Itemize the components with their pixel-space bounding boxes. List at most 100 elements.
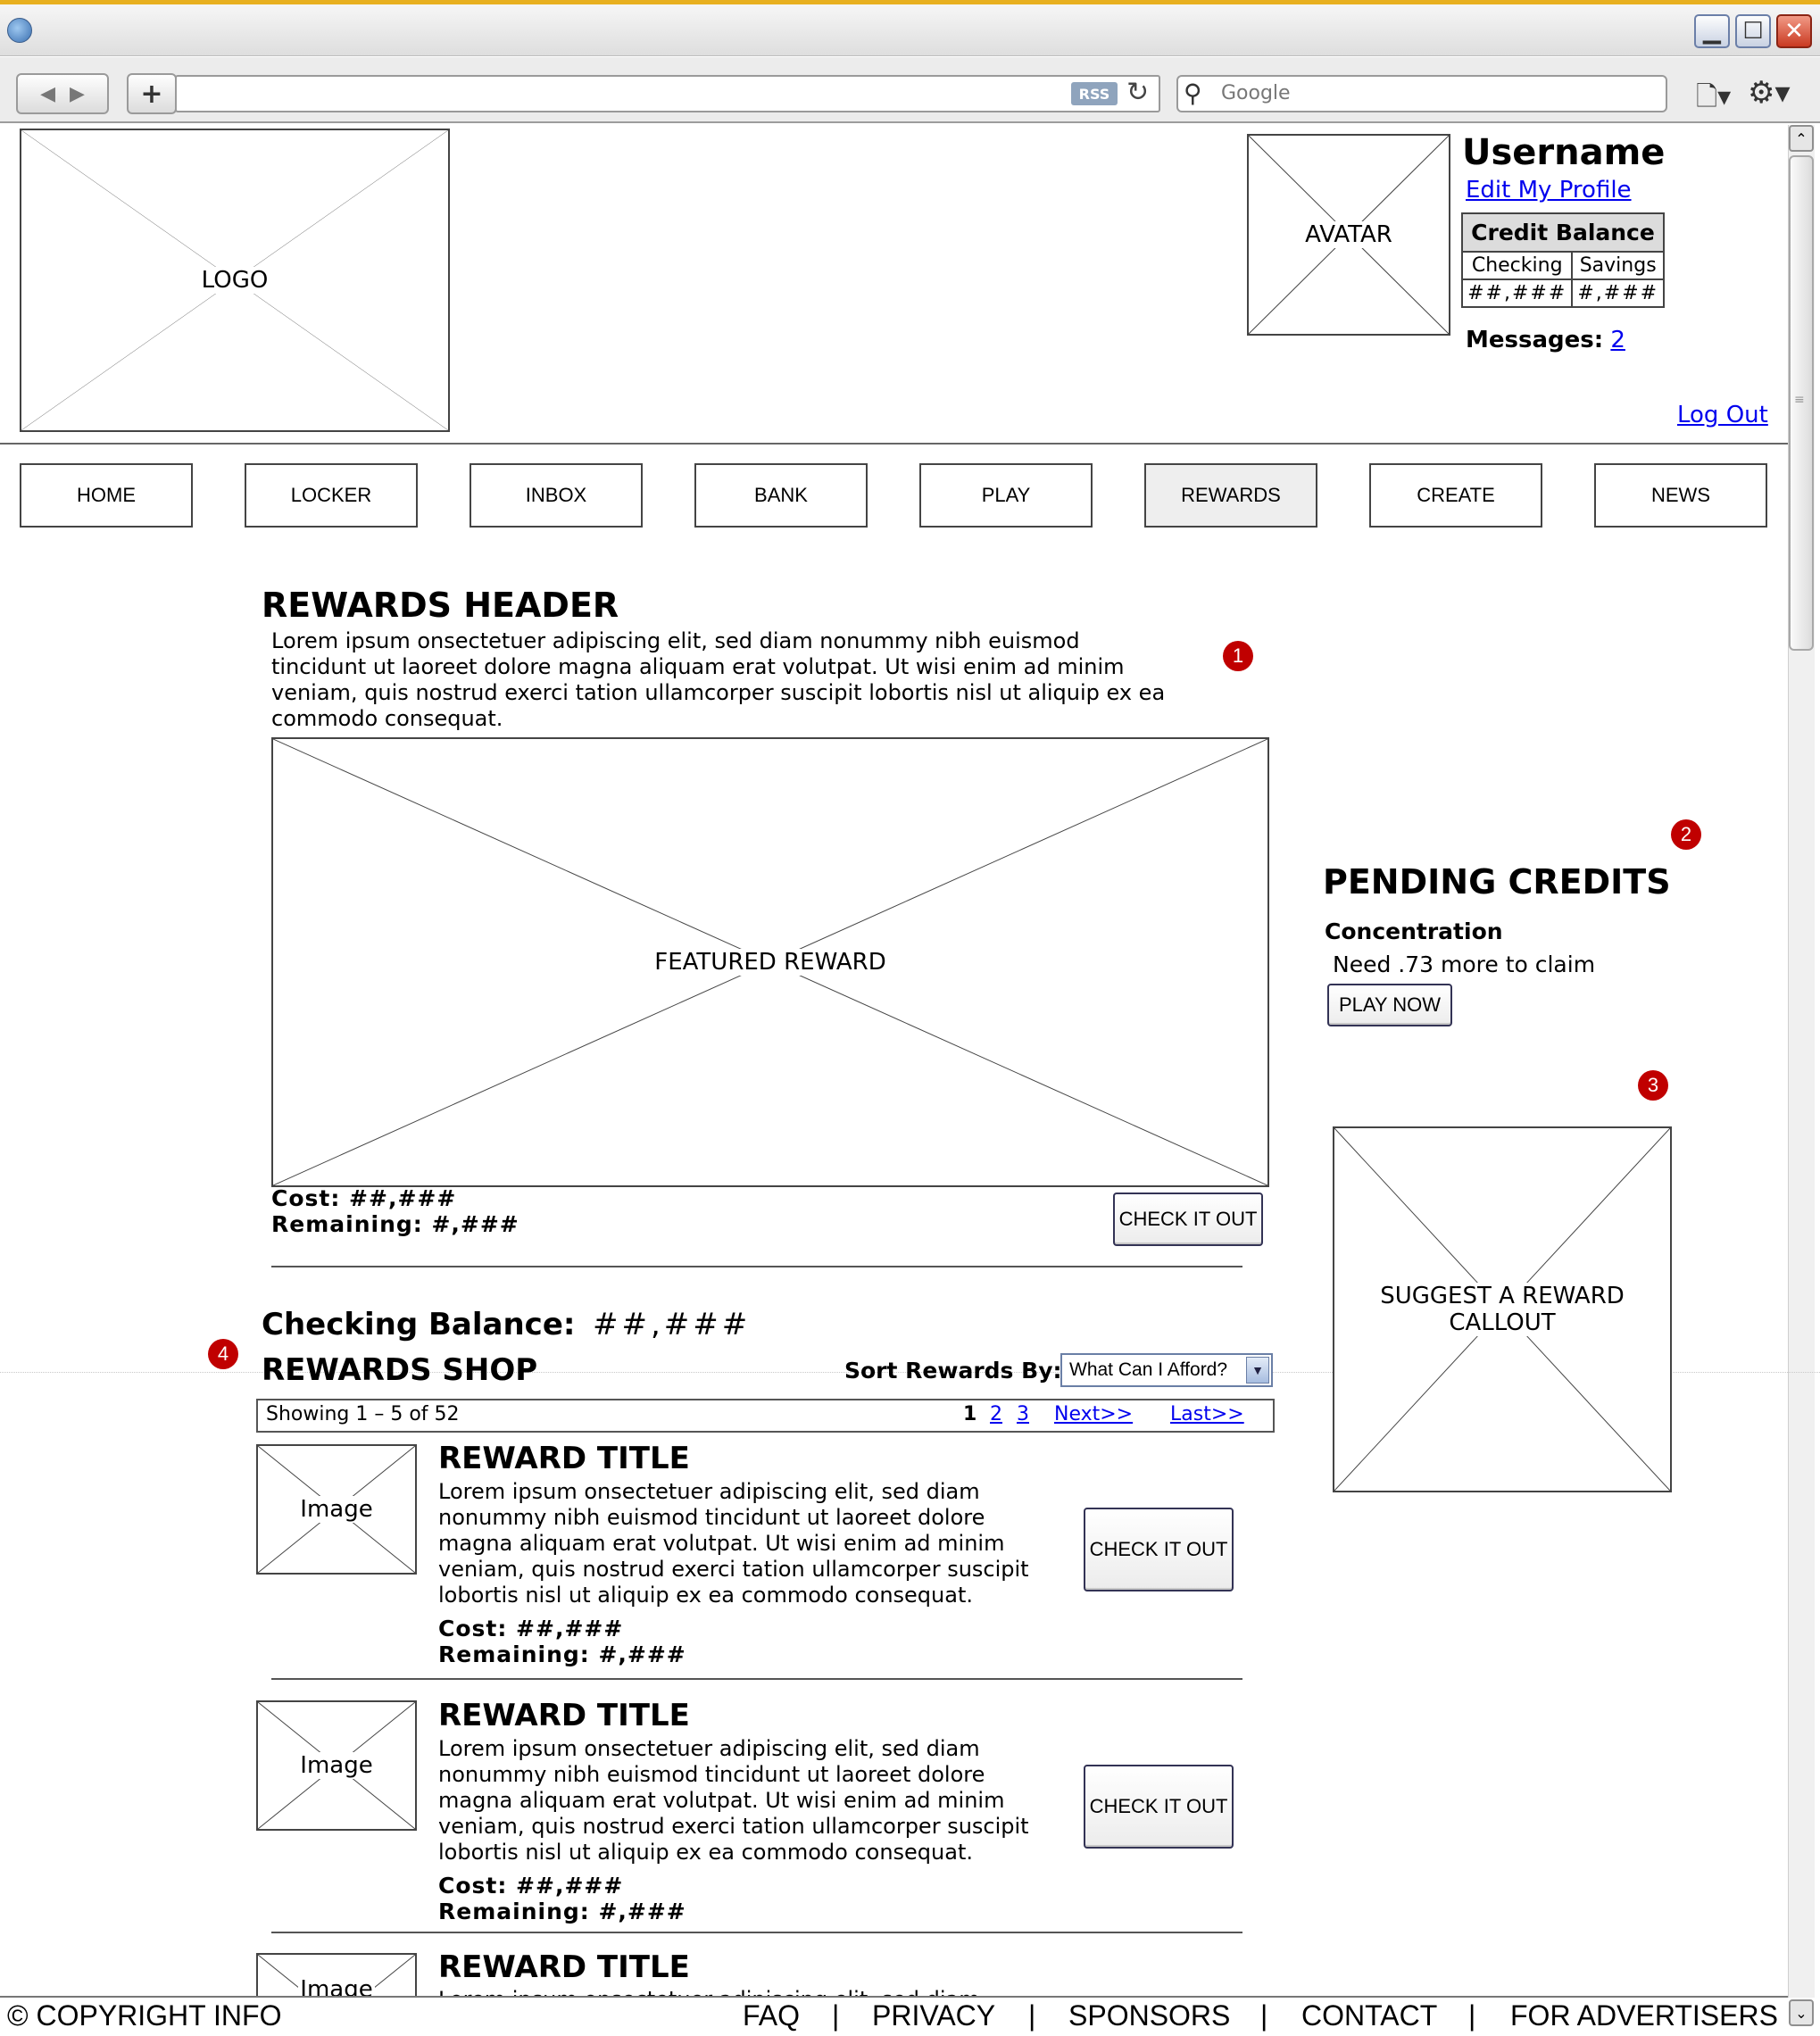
checking-balance-value: ##,### — [593, 1307, 752, 1342]
reward-cost: Cost: ##,### — [438, 1616, 624, 1641]
page-1-current: 1 — [963, 1403, 977, 1425]
search-placeholder: Google — [1221, 82, 1291, 104]
reload-icon[interactable]: ↻ — [1126, 77, 1149, 108]
reward-check-it-out-button[interactable]: CHECK IT OUT — [1084, 1765, 1234, 1849]
checking-value: ##,### — [1460, 278, 1574, 308]
footer-faq-link[interactable]: FAQ — [743, 1999, 800, 2032]
nav-play[interactable]: PLAY — [919, 463, 1093, 528]
reward-image-placeholder[interactable]: Image — [256, 1953, 417, 1996]
nav-home[interactable]: HOME — [20, 463, 193, 528]
gear-icon[interactable]: ⚙▾ — [1748, 75, 1791, 111]
back-icon[interactable]: ◀ — [40, 83, 55, 105]
messages-count-link[interactable]: 2 — [1610, 327, 1625, 353]
reward-image-label: Image — [298, 1976, 375, 1996]
reward-check-it-out-button[interactable]: CHECK IT OUT — [1084, 1508, 1234, 1591]
reward-image-placeholder[interactable]: Image — [256, 1700, 417, 1831]
sort-selected-value: What Can I Afford? — [1069, 1359, 1228, 1380]
reward-image-label: Image — [298, 1752, 375, 1779]
suggest-reward-callout[interactable]: SUGGEST A REWARD CALLOUT — [1333, 1126, 1672, 1492]
edit-profile-link[interactable]: Edit My Profile — [1466, 177, 1632, 204]
forward-icon[interactable]: ▶ — [70, 83, 85, 105]
header-divider — [0, 443, 1788, 445]
reward-item-partial: Image REWARD TITLE Lorem ipsum onsectetu… — [0, 1946, 1785, 1996]
rss-button[interactable]: RSS — [1071, 82, 1118, 105]
suggest-reward-label-line2: CALLOUT — [1447, 1309, 1558, 1336]
footer-advertisers-link[interactable]: FOR ADVERTISERS — [1510, 1999, 1778, 2032]
sort-label: Sort Rewards By: — [844, 1358, 1062, 1384]
pending-credits-title: PENDING CREDITS — [1323, 862, 1671, 902]
page-3-link[interactable]: 3 — [1017, 1403, 1029, 1425]
nav-inbox[interactable]: INBOX — [470, 463, 643, 528]
annotation-badge-2: 2 — [1671, 819, 1701, 850]
footer-privacy-link[interactable]: PRIVACY — [872, 1999, 995, 2032]
featured-divider — [271, 1266, 1242, 1267]
play-now-button[interactable]: PLAY NOW — [1327, 984, 1452, 1026]
copyright-info: © COPYRIGHT INFO — [7, 1999, 282, 2032]
footer-separator: | — [1260, 1999, 1268, 2032]
showing-count: Showing 1 – 5 of 52 — [266, 1403, 460, 1425]
title-bar — [0, 4, 1820, 56]
featured-cost: Cost: ##,### — [271, 1185, 457, 1211]
logo-label: LOGO — [199, 267, 270, 294]
suggest-reward-label-line1: SUGGEST A REWARD — [1378, 1283, 1626, 1309]
nav-create[interactable]: CREATE — [1369, 463, 1542, 528]
rewards-shop-title: REWARDS SHOP — [262, 1352, 538, 1388]
nav-news[interactable]: NEWS — [1594, 463, 1767, 528]
footer-separator: | — [832, 1999, 840, 2032]
savings-column-header: Savings — [1571, 251, 1665, 280]
reward-image-label: Image — [298, 1496, 375, 1523]
reward-divider — [271, 1678, 1242, 1680]
reward-title[interactable]: REWARD TITLE — [438, 1698, 690, 1733]
rewards-header-title: REWARDS HEADER — [262, 586, 619, 625]
reward-description: Lorem ipsum onsectetuer adipiscing elit,… — [438, 1987, 1054, 1996]
annotation-badge-4: 4 — [208, 1339, 238, 1369]
footer-contact-link[interactable]: CONTACT — [1301, 1999, 1437, 2032]
username: Username — [1462, 132, 1666, 173]
reward-divider — [271, 1932, 1242, 1933]
last-page-link[interactable]: Last>> — [1170, 1403, 1244, 1425]
address-bar[interactable] — [175, 75, 1160, 112]
reward-description: Lorem ipsum onsectetuer adipiscing elit,… — [438, 1479, 1029, 1608]
logo-placeholder[interactable]: LOGO — [20, 129, 450, 432]
rewards-intro-text: Lorem ipsum onsectetuer adipiscing elit,… — [271, 628, 1166, 731]
search-icon[interactable]: ⚲ — [1184, 79, 1202, 108]
minimize-button[interactable]: ▁ — [1694, 14, 1730, 48]
chevron-down-icon: ⌄ — [1795, 2004, 1808, 2022]
scrollbar-grip-icon: ≡ — [1794, 393, 1805, 407]
avatar-placeholder[interactable]: AVATAR — [1247, 134, 1450, 336]
annotation-badge-1: 1 — [1223, 641, 1253, 671]
footer-sponsors-link[interactable]: SPONSORS — [1068, 1999, 1230, 2032]
scroll-down-button[interactable]: ⌄ — [1789, 1999, 1814, 2026]
footer-separator: | — [1028, 1999, 1036, 2032]
reward-title[interactable]: REWARD TITLE — [438, 1441, 690, 1476]
checking-column-header: Checking — [1460, 251, 1574, 280]
nav-rewards[interactable]: REWARDS — [1144, 463, 1317, 528]
reward-image-placeholder[interactable]: Image — [256, 1444, 417, 1575]
logout-link[interactable]: Log Out — [1677, 402, 1768, 428]
maximize-button[interactable]: ☐ — [1735, 14, 1771, 48]
credit-balance-table: Credit Balance Checking Savings ##,### #… — [1460, 212, 1665, 308]
scroll-up-button[interactable]: ⌃ — [1789, 125, 1814, 152]
chevron-down-icon[interactable]: ▼ — [1246, 1357, 1269, 1384]
reward-title[interactable]: REWARD TITLE — [438, 1949, 690, 1985]
new-tab-button[interactable]: + — [127, 73, 177, 114]
page-menu-icon[interactable]: 🗋▾ — [1696, 77, 1731, 122]
messages-row: Messages: 2 — [1466, 327, 1625, 353]
featured-reward-placeholder[interactable]: FEATURED REWARD — [271, 737, 1269, 1187]
messages-label: Messages: — [1466, 327, 1604, 353]
maximize-icon: ☐ — [1742, 18, 1764, 45]
reward-cost: Cost: ##,### — [438, 1873, 624, 1899]
nav-bank[interactable]: BANK — [694, 463, 868, 528]
credit-balance-title: Credit Balance — [1461, 212, 1665, 253]
nav-locker[interactable]: LOCKER — [245, 463, 418, 528]
savings-value: #,### — [1571, 278, 1665, 308]
pending-item-need: Need .73 more to claim — [1333, 952, 1596, 977]
back-forward-group: ◀ ▶ — [16, 73, 109, 114]
close-button[interactable]: ✕ — [1776, 14, 1812, 48]
page-2-link[interactable]: 2 — [990, 1403, 1002, 1425]
sort-rewards-select[interactable]: What Can I Afford? ▼ — [1060, 1353, 1273, 1387]
avatar-label: AVATAR — [1303, 221, 1394, 248]
featured-check-it-out-button[interactable]: CHECK IT OUT — [1113, 1193, 1263, 1246]
next-page-link[interactable]: Next>> — [1054, 1403, 1133, 1425]
checking-balance-label: Checking Balance: — [262, 1307, 576, 1342]
